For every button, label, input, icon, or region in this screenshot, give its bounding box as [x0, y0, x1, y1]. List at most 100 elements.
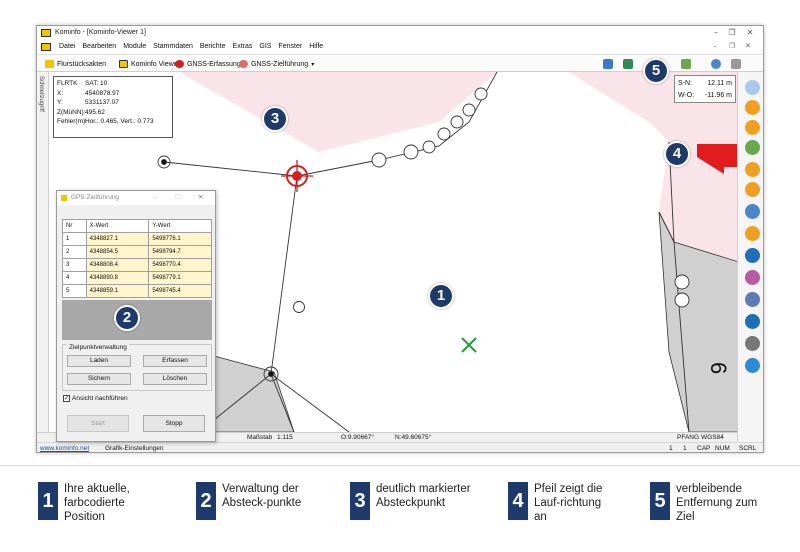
- erfassen-button[interactable]: Erfassen: [143, 355, 207, 367]
- gnss-erfassung-button[interactable]: GNSS-Erfassung: [175, 58, 241, 70]
- window-title: Kominfo - [Kominfo-Viewer 1]: [55, 29, 146, 36]
- menu-gis[interactable]: GIS: [259, 43, 271, 50]
- sn-value: 12.11 m: [707, 80, 732, 87]
- checkbox-label: Ansicht nachführen: [72, 395, 128, 402]
- ruler-icon[interactable]: [681, 59, 691, 69]
- menu-bar: Datei Bearbeiten Module Stammdaten Beric…: [37, 40, 763, 54]
- gps-error-value: Hor.: 0.465, Vert.: 0.773: [85, 118, 154, 125]
- ansicht-nachfuehren-checkbox[interactable]: ✓ Ansicht nachführen: [63, 395, 128, 402]
- pan-icon[interactable]: [745, 204, 760, 219]
- legend-item-3: 3 deutlich markierter Absteckpunkt: [350, 482, 472, 520]
- menu-hilfe[interactable]: Hilfe: [309, 43, 323, 50]
- gnss-target-icon: [239, 60, 248, 68]
- kominfo-viewer-button[interactable]: Kominfo Viewer: [119, 58, 180, 70]
- refresh-icon[interactable]: [731, 59, 741, 69]
- column-header-y: Y-Wert: [148, 219, 212, 233]
- table-row[interactable]: 1 4348827.1 5498776.1: [62, 232, 212, 246]
- cell-x: 4348890.8: [85, 271, 150, 285]
- cell-nr: 3: [62, 258, 87, 272]
- cell-nr: 4: [62, 271, 87, 285]
- cell-x: 4348808.4: [85, 258, 150, 272]
- remaining-distance-box: S-N: 12.11 m W-O: -11.96 m: [674, 75, 736, 103]
- legend-item-2: 2 Verwaltung der Absteck-punkte: [196, 482, 302, 520]
- menu-bearbeiten[interactable]: Bearbeiten: [82, 43, 116, 50]
- settings-icon[interactable]: [745, 358, 760, 373]
- table-row[interactable]: 4 4348890.8 5498779.1: [62, 271, 212, 285]
- legend-number: 5: [650, 482, 670, 520]
- wo-label: W-O:: [678, 92, 695, 99]
- stopp-button[interactable]: Stopp: [143, 415, 205, 432]
- gps-y-value: 5331137.07: [85, 99, 119, 106]
- gps-x-label: X:: [57, 89, 64, 97]
- maximize-button[interactable]: ❐: [725, 27, 739, 39]
- map-tools-panel: [737, 72, 763, 442]
- mdi-close-icon[interactable]: ✕: [745, 42, 751, 50]
- app-status-bar: www.kominfo.net Grafik-Einstellungen 1 1…: [37, 442, 763, 452]
- mdi-restore-icon[interactable]: ❐: [729, 42, 735, 50]
- dropdown-arrow-icon[interactable]: ▾: [311, 61, 314, 68]
- table-row[interactable]: 5 4348859.1 5498745.4: [62, 284, 212, 298]
- loeschen-button[interactable]: Löschen: [143, 373, 207, 385]
- pointer-icon[interactable]: [745, 80, 760, 95]
- quick-access-tab[interactable]: Schnellzugriff: [37, 72, 49, 442]
- globe-icon[interactable]: [745, 248, 760, 263]
- zoom-in-icon[interactable]: [745, 120, 760, 135]
- legend-number: 4: [508, 482, 528, 520]
- folder-icon: [45, 60, 54, 68]
- laden-button[interactable]: Laden: [67, 355, 131, 367]
- document-icon: [41, 43, 51, 51]
- legend-text: Ihre aktuelle, farbcodierte Position: [64, 483, 130, 523]
- crs-label: WGS84: [701, 434, 724, 441]
- website-link[interactable]: www.kominfo.net: [40, 445, 89, 452]
- measure-icon[interactable]: [623, 59, 633, 69]
- zoom-previous-icon[interactable]: [745, 182, 760, 197]
- dialog-maximize-icon[interactable]: ☐: [175, 193, 181, 201]
- callout-badge-1: 1: [428, 283, 454, 309]
- table-row[interactable]: 2 4348854.5 5498794.7: [62, 245, 212, 259]
- menu-fenster[interactable]: Fenster: [278, 43, 302, 50]
- mdi-minimize-icon[interactable]: –: [713, 42, 717, 50]
- menu-module[interactable]: Module: [123, 43, 146, 50]
- tools-icon[interactable]: [745, 292, 760, 307]
- cell-y: 5498770.4: [148, 258, 212, 272]
- gps-error-label: Fehler(m):: [57, 118, 87, 125]
- legend-item-1: 1 Ihre aktuelle, farbcodierte Position: [38, 482, 156, 524]
- cell-x: 4348854.5: [85, 245, 150, 259]
- zoom-extent-icon[interactable]: [745, 140, 760, 155]
- dialog-app-icon: [61, 195, 67, 201]
- start-button[interactable]: Start: [67, 415, 129, 432]
- legend-item-4: 4 Pfeil zeigt die Lauf-richtung an: [508, 482, 612, 524]
- scale-value: 1:115: [277, 434, 293, 441]
- dialog-title: GPS Zielführung: [71, 194, 120, 201]
- menu-stammdaten[interactable]: Stammdaten: [153, 43, 193, 50]
- flurstuecksakten-button[interactable]: Flurstücksakten: [45, 58, 106, 70]
- info-icon[interactable]: [745, 314, 760, 329]
- minimize-button[interactable]: –: [709, 27, 723, 39]
- table-row[interactable]: 3 4348808.4 5498770.4: [62, 258, 212, 272]
- zoom-window-icon[interactable]: [745, 162, 760, 177]
- sichern-button[interactable]: Sichern: [67, 373, 131, 385]
- legend-number: 2: [196, 482, 216, 520]
- menu-datei[interactable]: Datei: [59, 43, 75, 50]
- grafik-settings[interactable]: Grafik-Einstellungen: [105, 445, 164, 452]
- view-eye-icon[interactable]: [745, 270, 760, 285]
- close-window-button[interactable]: ✕: [743, 27, 757, 39]
- gnss-zielfuehrung-button[interactable]: GNSS-Zielführung ▾: [239, 58, 314, 70]
- menu-berichte[interactable]: Berichte: [200, 43, 226, 50]
- callout-badge-4: 4: [664, 141, 690, 167]
- title-bar: Kominfo - [Kominfo-Viewer 1] – ❐ ✕: [37, 26, 763, 40]
- print-icon[interactable]: [745, 336, 760, 351]
- zoom-select-icon[interactable]: [745, 226, 760, 241]
- zoom-menu-icon[interactable]: [711, 59, 721, 69]
- layer-icon[interactable]: [603, 59, 613, 69]
- dialog-close-icon[interactable]: ✕: [198, 193, 203, 201]
- column-header-x: X-Wert: [85, 219, 150, 233]
- cell-nr: 1: [62, 232, 87, 246]
- cell-y: 5498779.1: [148, 271, 212, 285]
- status-count-a: 1: [669, 445, 673, 452]
- zoom-out-icon[interactable]: [745, 100, 760, 115]
- parcel-number-label: 6: [706, 362, 731, 374]
- longitude-readout: O:9.90667°: [341, 434, 374, 441]
- dialog-minimize-icon[interactable]: –: [153, 193, 156, 201]
- menu-extras[interactable]: Extras: [233, 43, 253, 50]
